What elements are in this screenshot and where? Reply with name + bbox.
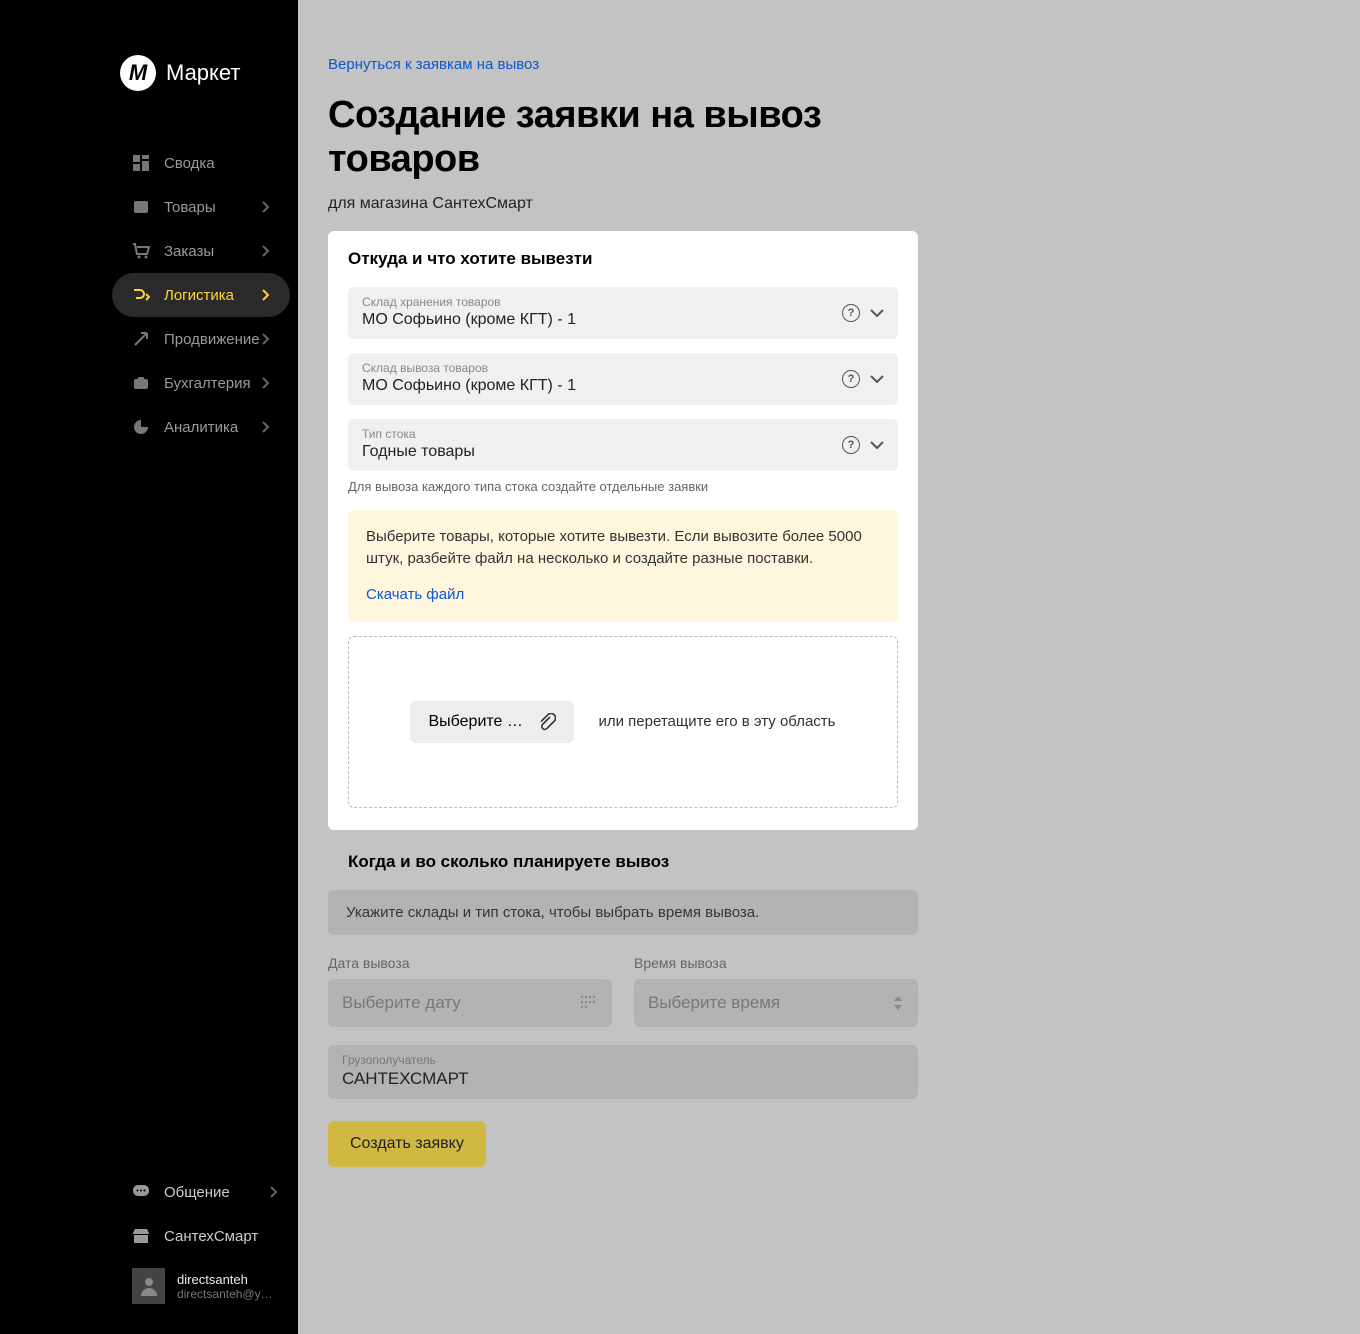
- time-input[interactable]: Выберите время: [634, 979, 918, 1027]
- timing-notice: Укажите склады и тип стока, чтобы выбрат…: [328, 890, 918, 935]
- consignee-field[interactable]: Грузополучатель САНТЕХСМАРТ: [328, 1045, 918, 1099]
- help-icon[interactable]: ?: [842, 436, 860, 454]
- logo-mark-icon: M: [120, 55, 156, 91]
- chevron-right-icon: [262, 201, 270, 213]
- sidebar-item-summary[interactable]: Сводка: [112, 141, 290, 185]
- info-text: Выберите товары, которые хотите вывезти.…: [366, 528, 862, 567]
- date-field-group: Дата вывоза Выберите дату: [328, 955, 612, 1027]
- button-label: Выберите фа…: [428, 713, 528, 731]
- sidebar-item-products[interactable]: Товары: [112, 185, 290, 229]
- promotion-icon: [132, 330, 150, 348]
- help-icon[interactable]: ?: [842, 370, 860, 388]
- chevron-right-icon: [262, 333, 270, 345]
- field-label: Дата вывоза: [328, 955, 612, 971]
- sidebar-item-label: Сводка: [164, 155, 215, 172]
- orders-icon: [132, 242, 150, 260]
- stock-type-select[interactable]: Тип стока Годные товары ?: [348, 419, 898, 471]
- chevron-right-icon: [262, 289, 270, 301]
- user-name: directsanteh: [177, 1272, 278, 1287]
- field-value: САНТЕХСМАРТ: [342, 1069, 904, 1089]
- time-field-group: Время вывоза Выберите время: [634, 955, 918, 1027]
- attachment-icon: [538, 713, 556, 731]
- section-when: Когда и во сколько планируете вывоз Укаж…: [328, 852, 918, 1167]
- field-label: Склад хранения товаров: [362, 295, 884, 309]
- field-label: Склад вывоза товаров: [362, 361, 884, 375]
- sidebar-item-orders[interactable]: Заказы: [112, 229, 290, 273]
- nav: Сводка Товары Заказы Логистика: [0, 141, 298, 1170]
- sidebar-item-analytics[interactable]: Аналитика: [112, 405, 290, 449]
- logistics-icon: [132, 286, 150, 304]
- choose-file-button[interactable]: Выберите фа…: [410, 701, 574, 743]
- section-title: Когда и во сколько планируете вывоз: [328, 852, 918, 872]
- info-box: Выберите товары, которые хотите вывезти.…: [348, 510, 898, 621]
- placeholder: Выберите время: [648, 993, 780, 1013]
- products-icon: [132, 198, 150, 216]
- sidebar-bottom: Общение СантехСмарт directsanteh directs…: [0, 1170, 298, 1334]
- sidebar-item-label: Заказы: [164, 243, 214, 260]
- sidebar-item-logistics[interactable]: Логистика: [112, 273, 290, 317]
- field-value: МО Софьино (кроме КГТ) - 1: [362, 377, 884, 395]
- placeholder: Выберите дату: [342, 993, 461, 1013]
- page-title: Создание заявки на вывоз товаров: [328, 94, 968, 181]
- storage-warehouse-select[interactable]: Склад хранения товаров МО Софьино (кроме…: [348, 287, 898, 339]
- user-email: directsanteh@yand…: [177, 1287, 278, 1301]
- create-request-button[interactable]: Создать заявку: [328, 1121, 486, 1167]
- accounting-icon: [132, 374, 150, 392]
- file-dropzone[interactable]: Выберите фа… или перетащите его в эту об…: [348, 636, 898, 808]
- field-value: Годные товары: [362, 443, 884, 461]
- sidebar-item-shop[interactable]: СантехСмарт: [112, 1214, 290, 1258]
- sidebar-item-label: Общение: [164, 1184, 230, 1201]
- field-value: МО Софьино (кроме КГТ) - 1: [362, 311, 884, 329]
- download-file-link[interactable]: Скачать файл: [366, 584, 464, 606]
- section-where-what: Откуда и что хотите вывезти Склад хранен…: [328, 231, 918, 829]
- stock-hint: Для вывоза каждого типа стока создайте о…: [348, 479, 898, 494]
- chevron-right-icon: [262, 245, 270, 257]
- sidebar-item-promotion[interactable]: Продвижение: [112, 317, 290, 361]
- field-label: Тип стока: [362, 427, 884, 441]
- sidebar-item-label: Продвижение: [164, 331, 260, 348]
- help-icon[interactable]: ?: [842, 304, 860, 322]
- drop-text: или перетащите его в эту область: [598, 713, 835, 730]
- main-content: Вернуться к заявкам на вывоз Создание за…: [298, 0, 1360, 1334]
- sidebar-item-label: Товары: [164, 199, 216, 216]
- brand-name: Маркет: [166, 60, 241, 86]
- sidebar-item-label: СантехСмарт: [164, 1228, 258, 1245]
- back-link[interactable]: Вернуться к заявкам на вывоз: [328, 56, 539, 73]
- field-label: Время вывоза: [634, 955, 918, 971]
- chevron-down-icon: [870, 309, 884, 317]
- chevron-down-icon: [870, 375, 884, 383]
- section-title: Откуда и что хотите вывезти: [348, 249, 898, 269]
- chevron-right-icon: [270, 1186, 290, 1198]
- sidebar-item-chat[interactable]: Общение: [112, 1170, 290, 1214]
- shop-icon: [132, 1227, 150, 1245]
- field-label: Грузополучатель: [342, 1053, 904, 1067]
- date-input[interactable]: Выберите дату: [328, 979, 612, 1027]
- sort-icon: [892, 995, 904, 1011]
- chevron-down-icon: [870, 441, 884, 449]
- avatar: [132, 1268, 165, 1304]
- summary-icon: [132, 154, 150, 172]
- user-block[interactable]: directsanteh directsanteh@yand…: [112, 1258, 290, 1314]
- chevron-right-icon: [262, 421, 270, 433]
- calendar-icon: [580, 995, 598, 1011]
- sidebar-item-label: Бухгалтерия: [164, 375, 251, 392]
- chevron-right-icon: [262, 377, 270, 389]
- sidebar-item-accounting[interactable]: Бухгалтерия: [112, 361, 290, 405]
- page-subtitle: для магазина СантехСмарт: [328, 195, 968, 213]
- user-info: directsanteh directsanteh@yand…: [177, 1272, 278, 1301]
- sidebar-item-label: Логистика: [164, 287, 234, 304]
- logo: M Маркет: [0, 55, 298, 91]
- pickup-warehouse-select[interactable]: Склад вывоза товаров МО Софьино (кроме К…: [348, 353, 898, 405]
- analytics-icon: [132, 418, 150, 436]
- sidebar-item-label: Аналитика: [164, 419, 238, 436]
- sidebar: M Маркет Сводка Товары Заказы: [0, 0, 298, 1334]
- chat-icon: [132, 1183, 150, 1201]
